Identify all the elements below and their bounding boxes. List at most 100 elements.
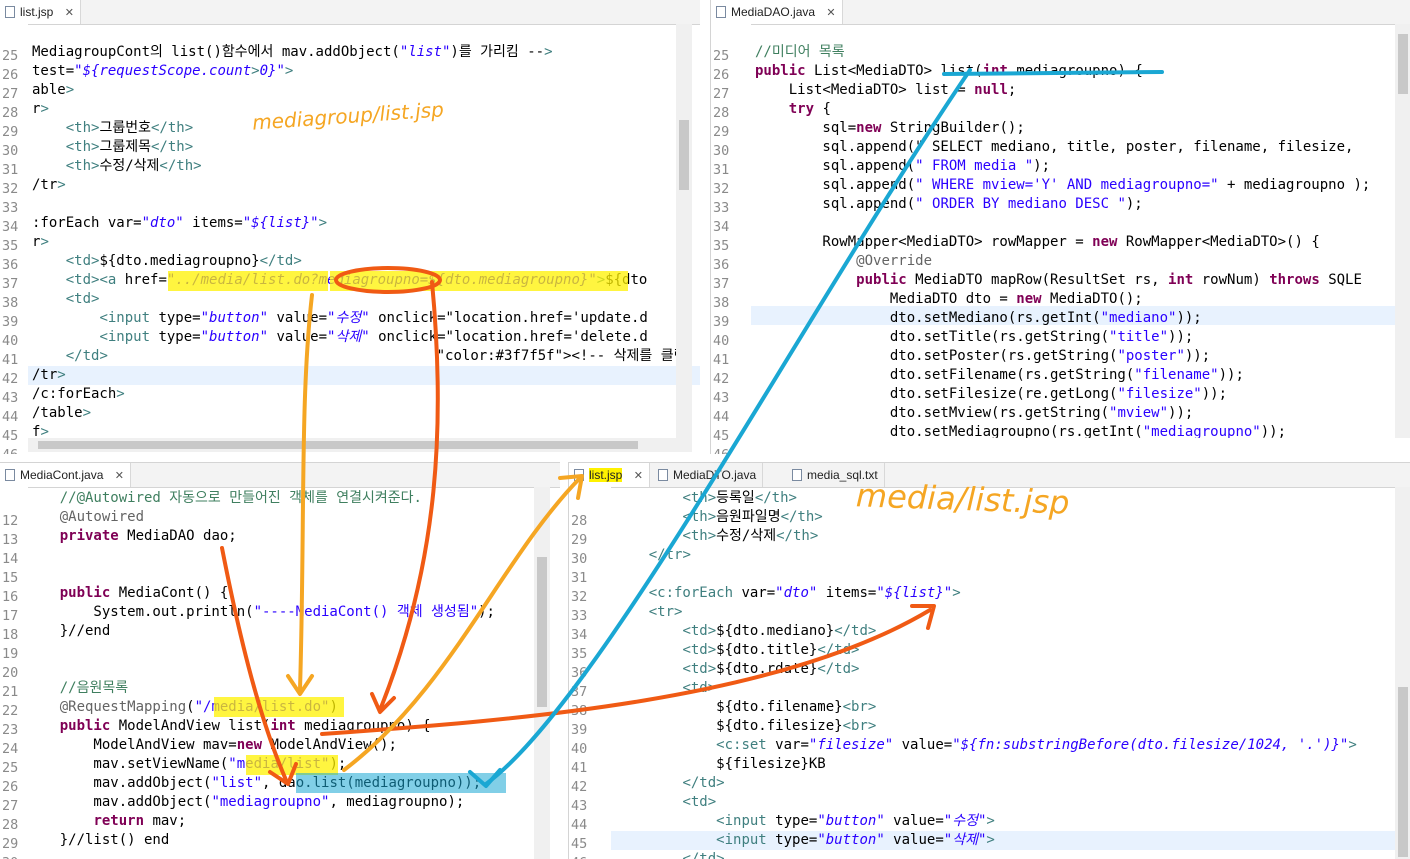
line-number: 41 xyxy=(571,760,588,776)
tab-label: MediaDTO.java xyxy=(673,468,757,482)
line-number: 38 xyxy=(2,295,19,311)
line-number: 39 xyxy=(571,722,588,738)
line-number: 27 xyxy=(713,86,730,102)
line-number: 29 xyxy=(571,532,588,548)
code-line: <td> xyxy=(65,291,100,307)
close-icon[interactable]: ✕ xyxy=(826,7,835,19)
code-line: //미디어 목록 xyxy=(755,44,845,60)
code-line: public MediaCont() { xyxy=(59,585,229,601)
line-number: 46 xyxy=(713,447,737,454)
line-number: 27 xyxy=(2,798,19,814)
code-line: <td>${dto.mediagroupno}</td> xyxy=(65,253,302,269)
line-number: 31 xyxy=(713,162,730,178)
line-number: 35 xyxy=(571,646,588,662)
line-number: 19 xyxy=(2,646,19,662)
code-area[interactable]: //미디어 목록 public List<MediaDTO> list(int m… xyxy=(755,24,1405,438)
line-number: 23 xyxy=(2,722,19,738)
close-icon[interactable]: ✕ xyxy=(65,7,74,19)
code-area[interactable]: <th>등록일</th> <th>음원파일명</th> <th>수정/삭제</t… xyxy=(615,489,1395,859)
tab-mediadto-java[interactable]: MediaDTO.java xyxy=(653,463,764,487)
code-line: <th>그룹제목</th> xyxy=(65,139,194,155)
code-line: <c:set var="filesize" value="${fn:substr… xyxy=(716,737,1357,753)
annotation-media-list-jsp: media/list.jsp xyxy=(855,476,1071,522)
line-number: 33 xyxy=(713,200,730,216)
code-line: <tr> xyxy=(648,604,683,620)
code-line: private MediaDAO dao; xyxy=(59,528,237,544)
line-number: 33 xyxy=(2,200,19,216)
code-area[interactable]: //@Autowired 자동으로 만들어진 객체를 연결시켜준다. @Auto… xyxy=(26,489,536,859)
close-icon[interactable]: ✕ xyxy=(115,470,124,482)
yellow-highlight-href xyxy=(168,271,328,291)
code-line: System.out.println("----MediaCont() 객체 생… xyxy=(26,604,495,620)
editor-pane-top-right: MediaDAO.java ✕ 25 26 27 28 29 30 31 32 33 34 35 36… xyxy=(710,0,1410,454)
line-number: 24 xyxy=(2,741,19,757)
line-number-gutter: 25 26 27 28 29 30 31 32 33 34 35 36 37 38 39 40 41 42 43 44… xyxy=(0,24,28,454)
code-line: @Autowired xyxy=(59,509,145,525)
line-number: 26 xyxy=(2,67,19,83)
line-number: 39 xyxy=(2,314,19,330)
line-number: 22 xyxy=(2,703,19,719)
code-line: /table> xyxy=(32,405,92,421)
vertical-scrollbar[interactable] xyxy=(1395,487,1410,859)
vertical-scrollbar[interactable] xyxy=(676,24,692,438)
line-number: 35 xyxy=(2,238,19,254)
line-number: 26 xyxy=(713,67,730,83)
line-number: 33 xyxy=(571,608,588,624)
line-number: 42 xyxy=(713,371,730,387)
code-area[interactable]: MediagroupCont의 list()함수에서 mav.addObject… xyxy=(32,24,676,438)
line-number: 38 xyxy=(713,295,730,311)
code-line: <th>수정/삭제</th> xyxy=(65,158,202,174)
vertical-scrollbar[interactable] xyxy=(1395,24,1410,438)
code-line: sql.append(" WHERE mview='Y' AND mediagr… xyxy=(755,177,1371,193)
line-number: 28 xyxy=(2,105,19,121)
line-number: 44 xyxy=(2,409,19,425)
tab-mediadao-java[interactable]: MediaDAO.java ✕ xyxy=(711,0,843,24)
tab-list-jsp[interactable]: list.jsp ✕ xyxy=(569,463,650,487)
line-number: 30 xyxy=(571,551,588,567)
editor-pane-bottom-left: MediaCont.java ✕ 12 13 14 15 16 17 18 19 20 21 22 2… xyxy=(0,462,560,859)
code-line: <td> xyxy=(682,794,717,810)
line-number: 36 xyxy=(2,257,19,273)
code-line: r> xyxy=(32,234,49,250)
code-line: <input type="button" value="수정"> xyxy=(716,813,995,829)
code-line: ${filesize}KB xyxy=(615,756,826,772)
editor-pane-bottom-right: list.jsp ✕ MediaDTO.java media_sql.txt 2… xyxy=(568,462,1410,859)
code-line: /tr> xyxy=(32,367,66,383)
tab-bar: MediaCont.java ✕ xyxy=(0,463,560,488)
line-number-gutter: 25 26 27 28 29 30 31 32 33 34 35 36 37 38 39 40 41 42 43 44… xyxy=(711,24,751,454)
code-line: MediaDTO dto = new MediaDTO(); xyxy=(755,291,1143,307)
line-number: 32 xyxy=(571,589,588,605)
line-number: 30 xyxy=(2,855,26,859)
line-number: 39 xyxy=(713,314,730,330)
code-line: sql=new StringBuilder(); xyxy=(755,120,1025,136)
code-line: sql.append(" ORDER BY mediano DESC "); xyxy=(755,196,1143,212)
code-line: <input type="button" value="수정" onclick=… xyxy=(99,310,648,326)
code-line: dto.setMview(rs.getString("mview")); xyxy=(755,405,1194,421)
vertical-scrollbar[interactable] xyxy=(534,487,550,859)
horizontal-scrollbar[interactable] xyxy=(28,438,692,452)
code-line: List<MediaDTO> list = null; xyxy=(755,82,1017,98)
code-line: ${dto.filename}<br> xyxy=(615,699,877,715)
java-file-icon xyxy=(716,6,726,18)
tab-list-jsp[interactable]: list.jsp ✕ xyxy=(0,0,81,24)
code-line: return mav; xyxy=(93,813,187,829)
code-line: </td> xyxy=(682,775,725,791)
line-number: 40 xyxy=(713,333,730,349)
line-number: 38 xyxy=(571,703,588,719)
close-icon[interactable]: ✕ xyxy=(634,470,643,482)
tab-mediacont-java[interactable]: MediaCont.java ✕ xyxy=(0,463,131,487)
jsp-file-icon xyxy=(5,6,15,18)
line-number-gutter: 12 13 14 15 16 17 18 19 20 21 22 23 24 25 26 27 28 29 30 xyxy=(0,487,28,859)
line-number: 35 xyxy=(713,238,730,254)
blue-highlight-dao-call xyxy=(296,773,506,793)
code-line: //@Autowired 자동으로 만들어진 객체를 연결시켜준다. xyxy=(26,490,422,506)
line-number: 44 xyxy=(571,817,588,833)
code-line: mav.addObject("mediagroupno", mediagroup… xyxy=(26,794,465,810)
code-line: <c:forEach var="dto" items="${list}"> xyxy=(648,585,961,601)
line-number: 42 xyxy=(2,371,19,387)
line-number: 37 xyxy=(713,276,730,292)
line-number: 37 xyxy=(2,276,19,292)
code-line: ModelAndView mav=new ModelAndView(); xyxy=(26,737,397,753)
